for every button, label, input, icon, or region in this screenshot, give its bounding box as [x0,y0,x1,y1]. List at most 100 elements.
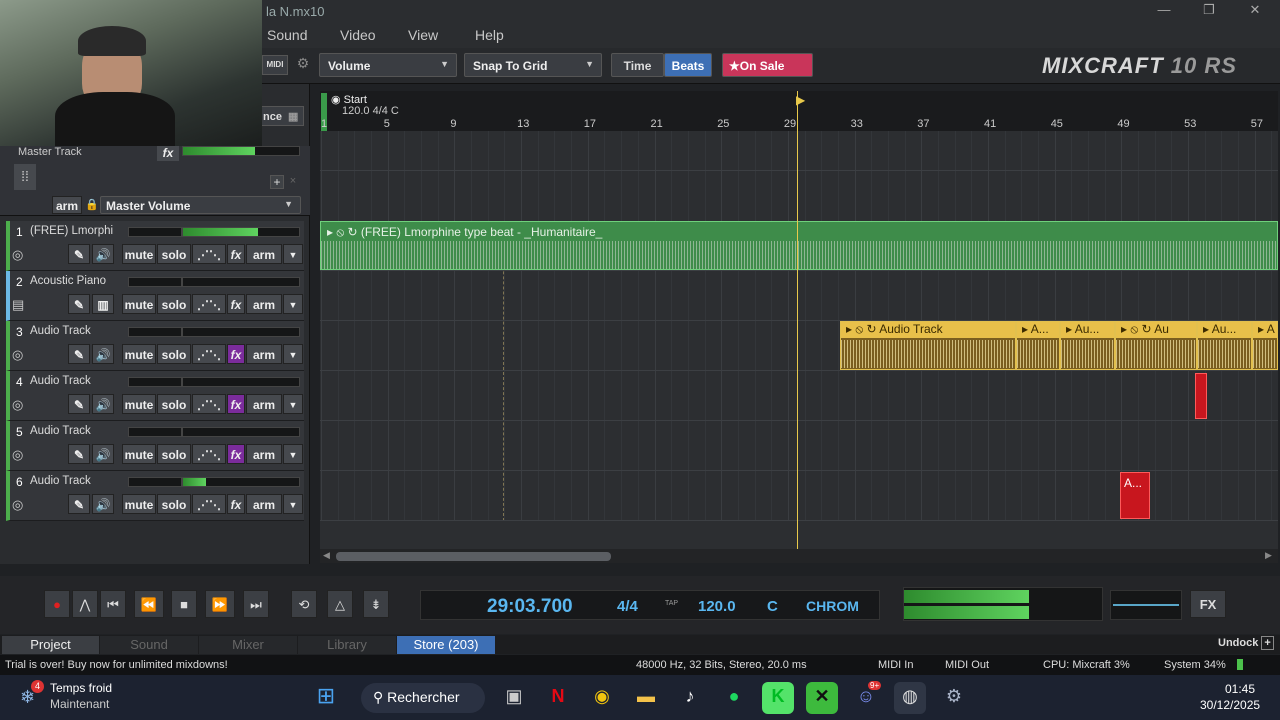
timeline-area[interactable]: ◉ Start 120.0 4/4 C ▶ 1 5 9 13 17 21 25 29 33 37 4… [320,91,1278,562]
solo-button[interactable]: solo [157,244,191,264]
menu-sound[interactable]: Sound [267,27,307,43]
fast-forward-button[interactable]: ⏩ [205,590,235,618]
edit-icon[interactable]: ✎ [68,344,90,364]
clip-free-lmorphine[interactable]: ▸ ⦸ ↻ (FREE) Lmorphine type beat - _Huma… [320,221,1278,270]
automation-icon[interactable]: ⋰⋱ [192,294,226,314]
arm-button[interactable]: arm [246,344,282,364]
tempo-value[interactable]: 120.0 [698,598,736,615]
mute-button[interactable]: mute [122,244,156,264]
solo-button[interactable]: solo [157,394,191,414]
track-fx-button[interactable]: fx [227,244,245,264]
edit-icon[interactable]: ✎ [68,244,90,264]
arm-button[interactable]: arm [246,244,282,264]
time-ruler[interactable]: ◉ Start 120.0 4/4 C ▶ 1 5 9 13 17 21 25 29 33 37 4… [320,91,1278,131]
menu-view[interactable]: View [408,27,438,43]
chevron-down-icon[interactable]: ▼ [283,494,303,514]
mute-button[interactable]: mute [122,344,156,364]
solo-button[interactable]: solo [157,294,191,314]
obs-icon[interactable]: ◍ [894,682,926,714]
chevron-down-icon[interactable]: ▼ [283,394,303,414]
volume-icon[interactable]: 🔊 [92,394,114,414]
arm-button[interactable]: arm [246,294,282,314]
clip-audio-track-3[interactable]: ▸ Au... [1060,321,1115,370]
track-header[interactable]: 4 Audio Track ◎ ✎ 🔊 mute solo ⋰⋱ fx arm ▼ [6,371,304,421]
automation-icon[interactable]: ⋰⋱ [192,344,226,364]
task-view-icon[interactable]: ▣ [498,682,530,714]
tiktok-icon[interactable]: ♪ [674,682,706,714]
track-name[interactable]: Audio Track [30,325,91,337]
scrollbar-thumb[interactable] [336,552,611,561]
metronome-button[interactable]: △ [327,590,353,618]
master-fx-button[interactable]: fx [157,146,179,161]
clock-time[interactable]: 01:45 [1225,682,1255,696]
mute-button[interactable]: mute [122,444,156,464]
clip-audio-track-6[interactable]: ▸ A [1252,321,1278,370]
menu-help[interactable]: Help [475,27,504,43]
lane-3[interactable]: ▸ ⦸ ↻ Audio Track ▸ A... ▸ Au... ▸ ⦸ ↻ A… [320,321,1278,371]
loop-button[interactable]: ⟲ [291,590,317,618]
clip-audio-track-4[interactable]: ▸ ⦸ ↻ Au [1115,321,1197,370]
mute-button[interactable]: mute [122,394,156,414]
track-fx-button[interactable]: fx [227,294,245,314]
key-value[interactable]: C [767,598,778,615]
chevron-down-icon[interactable]: ▼ [283,444,303,464]
file-explorer-icon[interactable]: ▬ [630,682,662,714]
tab-mixer[interactable]: Mixer [199,636,297,654]
tab-project[interactable]: Project [2,636,99,654]
snap-select[interactable]: Snap To Grid ▼ [464,53,602,77]
tab-library[interactable]: Library [298,636,396,654]
tab-store[interactable]: Store (203) [397,636,495,654]
track-fx-button[interactable]: fx [227,344,245,364]
chevron-down-icon[interactable]: ▼ [283,344,303,364]
spotify-icon[interactable]: ● [718,682,750,714]
volume-icon[interactable]: 🔊 [92,344,114,364]
search-box[interactable]: ⚲ Rechercher [361,683,485,713]
track-name[interactable]: Audio Track [30,375,91,387]
track-volume-meter[interactable] [182,377,300,387]
solo-button[interactable]: solo [157,444,191,464]
track-name[interactable]: Acoustic Piano [30,275,106,287]
solo-button[interactable]: solo [157,344,191,364]
track-volume-meter[interactable] [182,327,300,337]
windows-start-icon[interactable]: ⊞ [310,682,342,714]
scroll-right-icon[interactable]: ▶ [1265,550,1272,561]
snap-button[interactable]: ⇟ [363,590,389,618]
track-name[interactable]: Audio Track [30,425,91,437]
lane-4[interactable] [320,371,1278,421]
stop-button[interactable]: ■ [171,590,197,618]
midi-button[interactable]: MIDI [262,55,288,75]
edit-icon[interactable]: ✎ [68,294,90,314]
clip-red-audio[interactable]: A... [1120,472,1150,519]
scroll-left-icon[interactable]: ◀ [323,550,330,561]
clip-audio-track-2[interactable]: ▸ A... [1016,321,1060,370]
volume-icon[interactable]: 🔊 [92,444,114,464]
go-to-start-button[interactable]: ⏮ [100,590,126,618]
automation-icon[interactable]: ⋰⋱ [192,244,226,264]
lane-2[interactable] [320,271,1278,321]
chevron-down-icon[interactable]: ▼ [283,294,303,314]
playhead[interactable] [797,91,798,549]
xbox-icon[interactable]: ✕ [806,682,838,714]
volume-icon[interactable]: 🔊 [92,494,114,514]
lane-1[interactable]: ▸ ⦸ ↻ (FREE) Lmorphine type beat - _Huma… [320,221,1278,271]
arm-button[interactable]: arm [246,394,282,414]
go-to-end-button[interactable]: ⏭ [243,590,269,618]
mute-button[interactable]: mute [122,494,156,514]
weather-title[interactable]: Temps froid [50,681,112,695]
automation-icon[interactable]: ⋰⋱ [192,394,226,414]
settings-icon[interactable]: ⚙ [938,682,970,714]
tap-button[interactable]: TAP [665,600,678,607]
edit-icon[interactable]: ✎ [68,444,90,464]
keyboard-icon[interactable]: ▥ [92,294,114,314]
beats-button[interactable]: Beats [664,53,712,77]
chrome-icon[interactable]: ◉ [586,682,618,714]
undock-button[interactable]: Undock + [1218,636,1274,650]
lane-6[interactable]: A... [320,471,1278,521]
edit-icon[interactable]: ✎ [68,494,90,514]
add-track-button[interactable]: + [270,175,284,189]
track-header[interactable]: 2 Acoustic Piano ▤ ✎ ▥ mute solo ⋰⋱ fx arm ▼ [6,271,304,321]
menu-video[interactable]: Video [340,27,376,43]
automation-icon[interactable]: ⋰⋱ [192,494,226,514]
restore-button[interactable]: ❐ [1195,2,1223,20]
master-fx-button-transport[interactable]: FX [1190,590,1226,618]
